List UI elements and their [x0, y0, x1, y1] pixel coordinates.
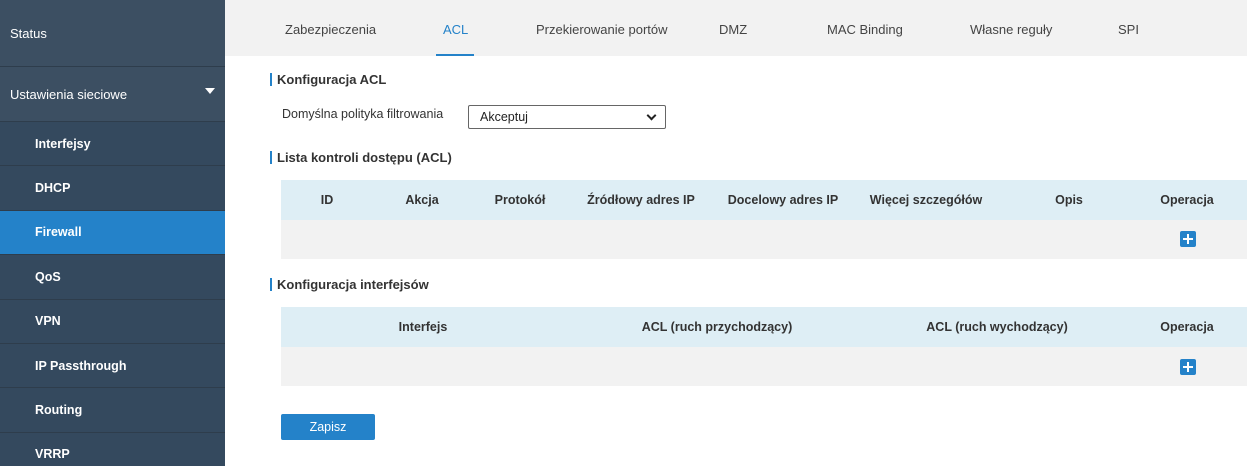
sidebar-item-label: Interfejsy: [35, 136, 91, 151]
acl-table: ID Akcja Protokół Źródłowy adres IP Doce…: [281, 180, 1247, 259]
acl-table-header: ID Akcja Protokół Źródłowy adres IP Doce…: [281, 180, 1247, 220]
sidebar-item-label: VRRP: [35, 447, 70, 462]
chevron-down-icon: [646, 110, 657, 120]
acl-table-row: [281, 220, 1247, 259]
column-header-more-details: Więcej szczegółów: [869, 193, 983, 207]
add-interface-plus-icon[interactable]: [1180, 359, 1196, 375]
default-policy-value: Akceptuj: [480, 110, 528, 124]
section-title-acl-config: Konfiguracja ACL: [270, 73, 386, 86]
add-acl-plus-icon[interactable]: [1180, 231, 1196, 247]
sidebar: Status Ustawienia sieciowe Interfejsy DH…: [0, 0, 225, 466]
caret-down-icon: [205, 88, 215, 94]
column-header-id: ID: [320, 193, 334, 207]
sidebar-item-vrrp[interactable]: VRRP: [0, 432, 225, 466]
column-header-operation: Operacja: [1160, 320, 1214, 334]
sidebar-item-label: VPN: [35, 314, 61, 329]
sidebar-item-label: Routing: [35, 403, 83, 418]
section-title-interface-config: Konfiguracja interfejsów: [270, 278, 429, 291]
column-header-protocol: Protokół: [494, 193, 546, 207]
interface-table-row: [281, 347, 1247, 386]
column-header-description: Opis: [1055, 193, 1083, 207]
sidebar-item-status[interactable]: Status: [0, 0, 225, 67]
sidebar-item-interfaces[interactable]: Interfejsy: [0, 122, 225, 167]
sidebar-item-label: IP Passthrough: [35, 358, 127, 373]
section-title-acl-list: Lista kontroli dostępu (ACL): [270, 151, 452, 164]
column-header-interface: Interfejs: [398, 320, 448, 334]
sidebar-item-ip-passthrough[interactable]: IP Passthrough: [0, 343, 225, 389]
column-header-source-ip: Źródłowy adres IP: [587, 193, 695, 207]
interface-table-header: Interfejs ACL (ruch przychodzący) ACL (r…: [281, 307, 1247, 347]
main-content: Zabezpieczenia ACL Przekierowanie portów…: [225, 0, 1247, 466]
sidebar-item-qos[interactable]: QoS: [0, 255, 225, 300]
tab-security[interactable]: Zabezpieczenia: [285, 22, 376, 37]
sidebar-item-label: Ustawienia sieciowe: [10, 86, 128, 102]
sidebar-item-label: QoS: [35, 269, 61, 284]
column-header-destination-ip: Docelowy adres IP: [727, 193, 839, 207]
sidebar-item-network-settings[interactable]: Ustawienia sieciowe: [0, 67, 225, 122]
save-button[interactable]: Zapisz: [281, 414, 375, 440]
tab-port-forwarding[interactable]: Przekierowanie portów: [536, 22, 668, 37]
tab-spi[interactable]: SPI: [1118, 22, 1139, 37]
tab-acl[interactable]: ACL: [443, 22, 468, 37]
sidebar-item-label: Status: [10, 25, 47, 41]
tab-mac-binding[interactable]: MAC Binding: [827, 22, 903, 37]
sidebar-item-firewall[interactable]: Firewall: [0, 210, 225, 256]
tab-bar: Zabezpieczenia ACL Przekierowanie portów…: [225, 0, 1247, 56]
default-policy-select[interactable]: Akceptuj: [468, 105, 666, 129]
default-policy-label: Domyślna polityka filtrowania: [282, 107, 444, 121]
active-tab-indicator: [436, 54, 474, 56]
sidebar-item-vpn[interactable]: VPN: [0, 299, 225, 344]
column-header-acl-inbound: ACL (ruch przychodzący): [641, 320, 793, 334]
sidebar-item-label: Firewall: [35, 225, 82, 240]
sidebar-item-routing[interactable]: Routing: [0, 388, 225, 433]
column-header-operation: Operacja: [1160, 193, 1214, 207]
tab-custom-rules[interactable]: Własne reguły: [970, 22, 1052, 37]
column-header-acl-outbound: ACL (ruch wychodzący): [926, 320, 1068, 334]
sidebar-item-dhcp[interactable]: DHCP: [0, 166, 225, 211]
column-header-action: Akcja: [405, 193, 439, 207]
tab-dmz[interactable]: DMZ: [719, 22, 747, 37]
sidebar-item-label: DHCP: [35, 181, 71, 196]
interface-table: Interfejs ACL (ruch przychodzący) ACL (r…: [281, 307, 1247, 386]
